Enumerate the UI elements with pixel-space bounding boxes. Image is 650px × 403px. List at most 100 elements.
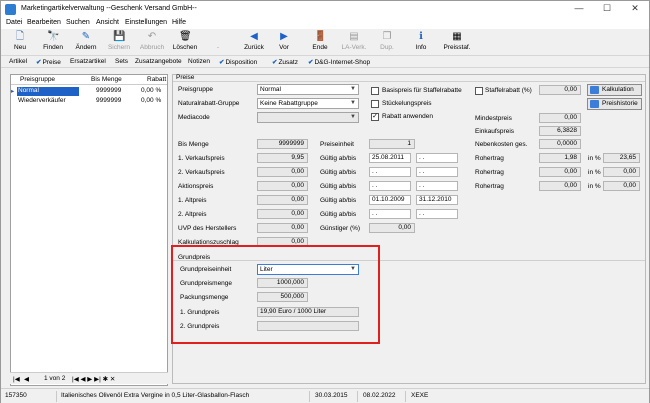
table-row[interactable]: ▸ Normal 9999999 0,00 % bbox=[11, 86, 167, 96]
gueltig-from-field[interactable]: . . bbox=[369, 167, 411, 177]
menu-suchen[interactable]: Suchen bbox=[66, 19, 90, 26]
menu-bearbeiten[interactable]: Bearbeiten bbox=[27, 19, 61, 26]
tab-zusatz[interactable]: ✔Zusatz bbox=[272, 58, 298, 66]
preisgruppe-select[interactable]: Normal ▼ bbox=[257, 84, 359, 95]
rohertrag-label: Rohertrag bbox=[475, 183, 504, 190]
tab-disposition[interactable]: ✔Disposition bbox=[219, 58, 257, 66]
tab-sets[interactable]: Sets bbox=[115, 58, 128, 65]
gueltig-to-field[interactable]: . . bbox=[416, 153, 458, 163]
menu-datei[interactable]: Datei bbox=[6, 19, 22, 26]
binoculars-icon: 🔭 bbox=[47, 31, 60, 42]
tab-preise[interactable]: ✔Preise bbox=[36, 58, 61, 66]
price-row-field[interactable]: 0,00 bbox=[257, 223, 308, 233]
rohertrag-field[interactable]: 0,00 bbox=[539, 181, 581, 191]
gueltig-from-field[interactable]: . . bbox=[369, 181, 411, 191]
gueltig-to-field[interactable]: . . bbox=[416, 181, 458, 191]
save-button[interactable]: 💾 Sichern bbox=[102, 31, 136, 55]
gueltig-from-field[interactable]: . . bbox=[369, 209, 411, 219]
table-row[interactable]: Wiederverkäufer 9999999 0,00 % bbox=[11, 96, 167, 106]
info-icon: ℹ bbox=[419, 31, 423, 42]
preiseinheit-field[interactable]: 1 bbox=[369, 139, 415, 149]
rabatt-checkbox[interactable]: ✓ bbox=[371, 113, 379, 121]
mediacode-select[interactable]: ▼ bbox=[257, 112, 359, 123]
price-scale-icon: ▦ bbox=[452, 31, 462, 42]
preishistorie-button[interactable]: Preishistorie bbox=[587, 98, 642, 110]
tab-artikel[interactable]: Artikel bbox=[9, 58, 27, 65]
tab-zusatzangebote[interactable]: Zusatzangebote bbox=[135, 58, 182, 65]
price-row-field[interactable]: 0,00 bbox=[257, 167, 308, 177]
menu-ansicht[interactable]: Ansicht bbox=[96, 19, 119, 26]
maximize-button[interactable]: ☐ bbox=[597, 3, 617, 14]
price-row-field[interactable]: 9,95 bbox=[257, 153, 308, 163]
find-label: Finden bbox=[43, 44, 63, 51]
nebenkosten-field[interactable]: 0,0000 bbox=[539, 139, 581, 149]
naturalrabatt-label: Naturalrabatt-Gruppe bbox=[178, 100, 240, 107]
price-row-field[interactable]: 0,00 bbox=[257, 195, 308, 205]
preisgruppe-label: Preisgruppe bbox=[178, 86, 214, 93]
new-button[interactable]: 🗋 Neu bbox=[3, 31, 37, 55]
status-bar: 157350 Italienisches Olivenöl Extra Verg… bbox=[1, 388, 649, 403]
staffelrabatt-label: Staffelrabatt (%) bbox=[485, 87, 532, 94]
minimize-button[interactable]: — bbox=[569, 3, 589, 13]
rohertrag-pct-field[interactable]: 0,00 bbox=[603, 181, 640, 191]
find-button[interactable]: 🔭 Finden bbox=[36, 31, 70, 55]
gueltig-to-field[interactable]: . . bbox=[416, 209, 458, 219]
rohertrag-field[interactable]: 1,98 bbox=[539, 153, 581, 163]
info-button[interactable]: ℹ Info bbox=[404, 31, 438, 55]
grid-header-rabatt[interactable]: Rabatt bbox=[147, 76, 166, 83]
mindestpreis-field[interactable]: 0,00 bbox=[539, 113, 581, 123]
grid-cell-discount: 0,00 % bbox=[141, 87, 162, 94]
price-row-field[interactable]: 0,00 bbox=[257, 209, 308, 219]
tab-notizen[interactable]: Notizen bbox=[188, 58, 210, 65]
kalkulation-button[interactable]: Kalkulation bbox=[587, 84, 642, 96]
price-group-grid[interactable]: Preisgruppe Bis Menge Rabatt ▸ Normal 99… bbox=[10, 74, 168, 386]
price-row-field[interactable]: 9999999 bbox=[257, 139, 308, 149]
back-button[interactable]: ◀ Zurück bbox=[237, 31, 271, 55]
gueltig-from-field[interactable]: 25.08.2011 bbox=[369, 153, 411, 163]
tab-disposition-label: Disposition bbox=[225, 59, 258, 66]
tab-ersatzartikel[interactable]: Ersatzartikel bbox=[70, 58, 106, 65]
new-label: Neu bbox=[14, 44, 26, 51]
grid-header-bis-menge[interactable]: Bis Menge bbox=[91, 76, 122, 83]
basispreis-checkbox[interactable] bbox=[371, 87, 379, 95]
forward-button[interactable]: ▶ Vor bbox=[267, 31, 301, 55]
close-button[interactable]: ✕ bbox=[625, 3, 645, 14]
exit-door-icon: 🚪 bbox=[314, 31, 327, 42]
staffelrabatt-field[interactable]: 0,00 bbox=[539, 85, 581, 95]
price-scale-button[interactable]: ▦ Preisstaf. bbox=[437, 31, 477, 55]
exit-button[interactable]: 🚪 Ende bbox=[303, 31, 337, 55]
rohertrag-field[interactable]: 0,00 bbox=[539, 167, 581, 177]
menu-hilfe[interactable]: Hilfe bbox=[172, 19, 186, 26]
rohertrag-pct-field[interactable]: 23,65 bbox=[603, 153, 640, 163]
cancel-label: Abbruch bbox=[139, 44, 165, 51]
staffelrabatt-checkbox[interactable] bbox=[475, 87, 483, 95]
cancel-button[interactable]: ↶ Abbruch bbox=[135, 31, 169, 55]
grid-header-preisgruppe[interactable]: Preisgruppe bbox=[20, 76, 55, 83]
status-user: XEXE bbox=[411, 392, 429, 399]
einkaufspreis-label: Einkaufspreis bbox=[475, 128, 515, 135]
la-verk-button[interactable]: ▤ LA-Verk. bbox=[337, 31, 371, 55]
pager-prev-button[interactable]: ◀ bbox=[24, 375, 29, 383]
pager-nav-buttons[interactable]: |◀ ◀ ▶ ▶| ✱ ✕ bbox=[72, 375, 115, 383]
price-row-label: 1. Altpreis bbox=[178, 197, 207, 204]
status-article-id: 157350 bbox=[5, 392, 27, 399]
gueltig-to-field[interactable]: . . bbox=[416, 167, 458, 177]
nebenkosten-label: Nebenkosten ges. bbox=[475, 141, 528, 148]
edit-button[interactable]: ✎ Ändern bbox=[69, 31, 103, 55]
menu-einstellungen[interactable]: Einstellungen bbox=[125, 19, 167, 26]
price-row-field[interactable]: 0,00 bbox=[257, 181, 308, 191]
einkaufspreis-field[interactable]: 6,3828 bbox=[539, 126, 581, 136]
kalkulation-label: Kalkulation bbox=[602, 86, 634, 93]
rohertrag-pct-label: in % bbox=[588, 183, 601, 190]
duplicate-button[interactable]: ❐ Dup. bbox=[370, 31, 404, 55]
guenstiger-field[interactable]: 0,00 bbox=[369, 223, 415, 233]
gueltig-from-field[interactable]: 01.10.2009 bbox=[369, 195, 411, 205]
naturalrabatt-select[interactable]: Keine Rabattgruppe ▼ bbox=[257, 98, 359, 109]
stueckelung-checkbox[interactable] bbox=[371, 100, 379, 108]
gueltig-to-field[interactable]: 31.12.2010 bbox=[416, 195, 458, 205]
delete-button[interactable]: 🗑 Löschen bbox=[168, 31, 202, 55]
mindestpreis-label: Mindestpreis bbox=[475, 115, 512, 122]
pager-first-button[interactable]: |◀ bbox=[13, 375, 20, 383]
tab-dg-internet-shop[interactable]: ✔D&G-Internet-Shop bbox=[308, 58, 370, 66]
rohertrag-pct-field[interactable]: 0,00 bbox=[603, 167, 640, 177]
